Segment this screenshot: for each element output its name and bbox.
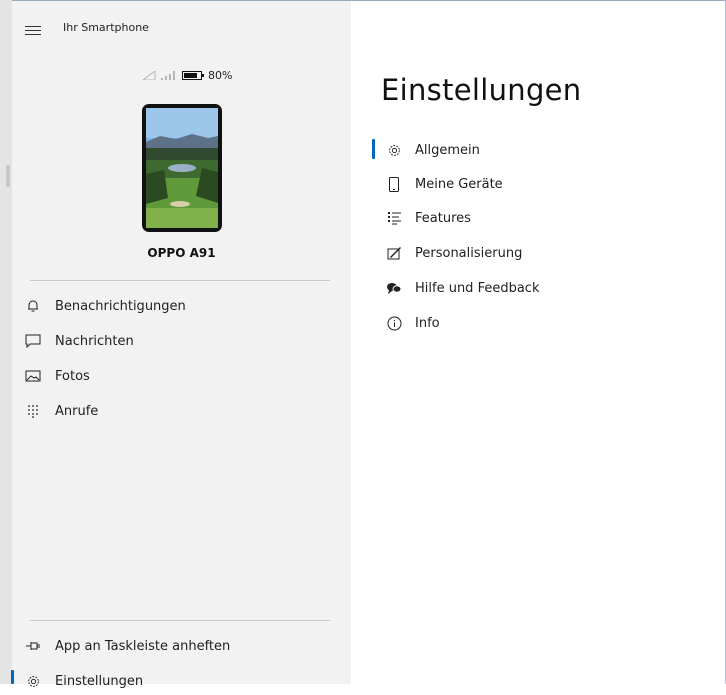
sidebar-item-label: App an Taskleiste anheften (55, 638, 231, 654)
gear-icon (25, 673, 41, 689)
settings-item-info[interactable]: Info (381, 309, 701, 337)
sidebar-item-settings[interactable]: Einstellungen (12, 667, 351, 695)
settings-item-my-devices[interactable]: Meine Geräte (381, 170, 701, 198)
phone-status: 80% (142, 69, 232, 82)
phone-preview[interactable] (142, 104, 222, 232)
phone-wallpaper-image (146, 108, 218, 228)
settings-item-personalization[interactable]: Personalisierung (381, 239, 701, 267)
settings-item-label: Personalisierung (415, 245, 523, 261)
battery-percent: 80% (208, 69, 233, 82)
hamburger-menu-icon[interactable] (25, 26, 41, 35)
sidebar-item-label: Fotos (55, 368, 90, 384)
sidebar-item-notifications[interactable]: Benachrichtigungen (12, 292, 351, 320)
device-name: OPPO A91 (147, 246, 216, 260)
wifi-icon (142, 71, 156, 80)
settings-item-label: Info (415, 315, 440, 331)
dialpad-icon (25, 403, 41, 419)
settings-item-label: Allgemein (415, 142, 480, 158)
battery-icon (182, 71, 204, 80)
settings-item-help-feedback[interactable]: Hilfe und Feedback (381, 274, 701, 302)
main-panel: Einstellungen Allgemein Meine Geräte Fea… (351, 1, 726, 684)
bell-icon (25, 298, 41, 314)
settings-item-label: Features (415, 210, 471, 226)
app-title: Ihr Smartphone (63, 21, 149, 34)
sidebar-bottom-divider (30, 620, 330, 621)
sidebar-item-label: Einstellungen (55, 673, 144, 689)
personalize-icon (386, 245, 402, 261)
page-title: Einstellungen (381, 73, 582, 107)
sidebar-item-calls[interactable]: Anrufe (12, 397, 351, 425)
background-window-mark (6, 165, 10, 187)
signal-icon (161, 71, 175, 80)
gear-icon (386, 142, 402, 158)
settings-item-label: Hilfe und Feedback (415, 280, 540, 296)
help-feedback-icon (386, 280, 402, 296)
settings-item-label: Meine Geräte (415, 176, 503, 192)
photos-icon (25, 368, 41, 384)
sidebar: Ihr Smartphone 80% OPPO A91 Benachrichti… (12, 1, 351, 689)
features-list-icon (386, 210, 402, 226)
background-window-strip (0, 0, 12, 684)
sidebar-item-photos[interactable]: Fotos (12, 362, 351, 390)
settings-active-indicator (372, 139, 375, 159)
message-icon (25, 333, 41, 349)
sidebar-item-label: Anrufe (55, 403, 99, 419)
pin-to-taskbar-button[interactable]: App an Taskleiste anheften (12, 632, 351, 660)
pin-icon (25, 638, 41, 654)
info-icon (386, 315, 402, 331)
settings-item-features[interactable]: Features (381, 204, 701, 232)
phone-icon (386, 176, 402, 192)
sidebar-active-indicator (11, 670, 14, 684)
sidebar-item-label: Benachrichtigungen (55, 298, 186, 314)
sidebar-divider (30, 280, 330, 281)
sidebar-item-messages[interactable]: Nachrichten (12, 327, 351, 355)
sidebar-item-label: Nachrichten (55, 333, 134, 349)
settings-item-general[interactable]: Allgemein (381, 136, 701, 164)
